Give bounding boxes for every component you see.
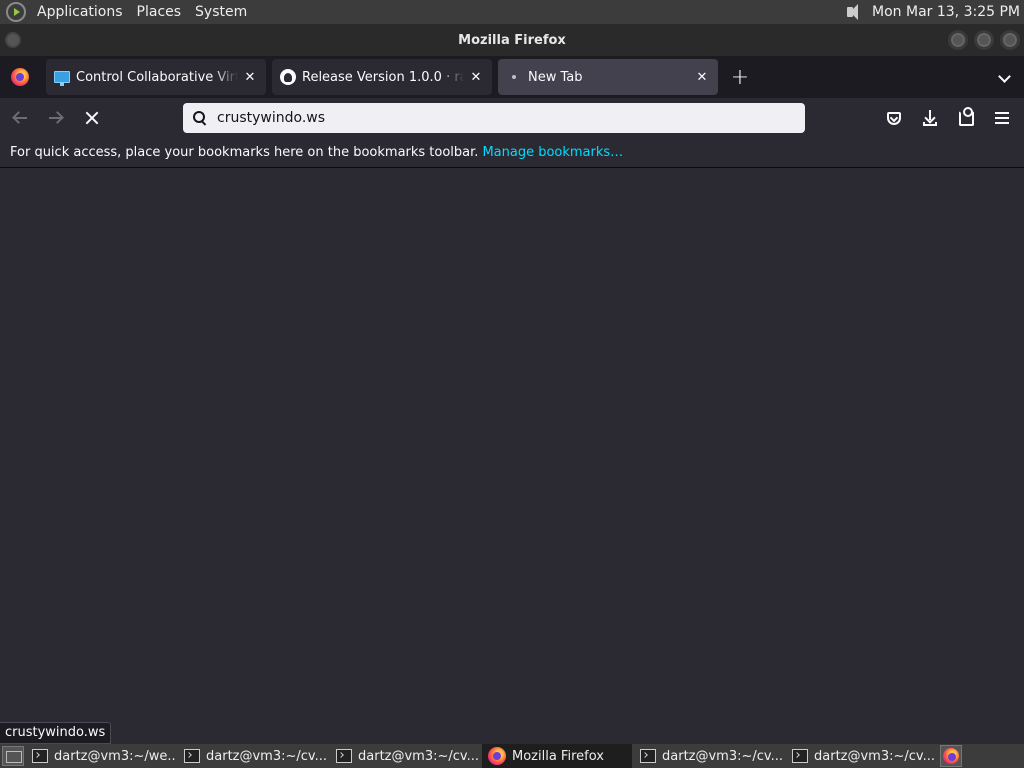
- list-all-tabs-button[interactable]: [990, 64, 1018, 92]
- chevron-down-icon: [997, 69, 1011, 83]
- status-panel: crustywindo.ws: [0, 722, 112, 744]
- tab-favicon: [506, 69, 522, 85]
- search-icon: [193, 111, 207, 125]
- new-tab-button[interactable]: +: [724, 61, 756, 93]
- taskbar-item-terminal[interactable]: dartz@vm3:~/we...: [26, 744, 176, 768]
- clock[interactable]: Mon Mar 13, 3:25 PM: [872, 4, 1020, 20]
- bookmarks-toolbar: For quick access, place your bookmarks h…: [0, 138, 1024, 168]
- app-menu-button[interactable]: [986, 102, 1018, 134]
- firefox-icon: [488, 747, 506, 765]
- pocket-icon: [887, 111, 901, 125]
- pocket-button[interactable]: [878, 102, 910, 134]
- menu-system[interactable]: System: [192, 4, 250, 20]
- url-bar[interactable]: crustywindo.ws: [183, 103, 805, 133]
- tab-new-tab[interactable]: New Tab ✕: [498, 59, 718, 95]
- bookmarks-empty-message: For quick access, place your bookmarks h…: [10, 145, 479, 160]
- manage-bookmarks-link[interactable]: Manage bookmarks…: [482, 145, 623, 160]
- firefox-icon: [11, 68, 29, 86]
- tab-control-collaborative[interactable]: Control Collaborative Virtual Machines ✕: [46, 59, 266, 95]
- distro-logo-icon[interactable]: [6, 2, 26, 22]
- tab-favicon: [54, 69, 70, 86]
- tab-close-icon[interactable]: ✕: [468, 69, 484, 85]
- tab-close-icon[interactable]: ✕: [242, 69, 258, 85]
- window-title: Mozilla Firefox: [458, 32, 566, 48]
- bottom-panel: dartz@vm3:~/we... dartz@vm3:~/cv... dart…: [0, 744, 1024, 768]
- monitor-icon: [54, 71, 70, 86]
- taskbar-item-terminal[interactable]: dartz@vm3:~/cv...: [634, 744, 784, 768]
- minimize-button[interactable]: [948, 30, 968, 50]
- taskbar-item-label: Mozilla Firefox: [512, 748, 604, 764]
- forward-button[interactable]: [40, 102, 72, 134]
- taskbar-item-terminal[interactable]: dartz@vm3:~/cv...: [786, 744, 936, 768]
- terminal-icon: [184, 749, 200, 763]
- navigation-toolbar: crustywindo.ws: [0, 98, 1024, 138]
- taskbar-launcher-firefox[interactable]: [940, 745, 962, 767]
- url-input[interactable]: crustywindo.ws: [217, 110, 325, 126]
- taskbar-item-label: dartz@vm3:~/cv...: [814, 748, 935, 764]
- menu-places[interactable]: Places: [134, 4, 185, 20]
- download-icon: [922, 110, 938, 126]
- terminal-icon: [32, 749, 48, 763]
- terminal-icon: [640, 749, 656, 763]
- tab-favicon: [280, 69, 296, 85]
- taskbar-item-terminal[interactable]: dartz@vm3:~/cv...: [330, 744, 480, 768]
- top-panel: Applications Places System Mon Mar 13, 3…: [0, 0, 1024, 24]
- puzzle-icon: [958, 106, 974, 126]
- extensions-button[interactable]: [950, 102, 982, 134]
- stop-button[interactable]: [76, 102, 108, 134]
- back-button[interactable]: [4, 102, 36, 134]
- firefox-icon: [943, 748, 959, 764]
- tab-label: Release Version 1.0.0 · raspi: [302, 69, 464, 85]
- github-icon: [280, 69, 296, 85]
- arrow-right-icon: [48, 110, 64, 126]
- terminal-icon: [792, 749, 808, 763]
- terminal-icon: [336, 749, 352, 763]
- taskbar-item-terminal[interactable]: dartz@vm3:~/cv...: [178, 744, 328, 768]
- taskbar-item-label: dartz@vm3:~/cv...: [358, 748, 479, 764]
- firefox-view-button[interactable]: [0, 56, 40, 98]
- downloads-button[interactable]: [914, 102, 946, 134]
- show-desktop-button[interactable]: [2, 746, 24, 766]
- taskbar-item-label: dartz@vm3:~/we...: [54, 748, 176, 764]
- menu-applications[interactable]: Applications: [34, 4, 126, 20]
- maximize-button[interactable]: [974, 30, 994, 50]
- tab-close-icon[interactable]: ✕: [694, 69, 710, 85]
- taskbar-item-firefox[interactable]: Mozilla Firefox: [482, 744, 632, 768]
- page-content[interactable]: [0, 168, 1024, 744]
- tab-release-version[interactable]: Release Version 1.0.0 · raspi ✕: [272, 59, 492, 95]
- hamburger-menu-icon: [995, 112, 1009, 124]
- tab-label: New Tab: [528, 69, 583, 85]
- close-window-button[interactable]: [1000, 30, 1020, 50]
- tab-label: Control Collaborative Virtual Machines: [76, 69, 238, 85]
- window-menu-button[interactable]: [5, 32, 21, 48]
- tab-strip: Control Collaborative Virtual Machines ✕…: [0, 56, 1024, 98]
- loading-icon: [512, 75, 516, 79]
- volume-icon[interactable]: [844, 2, 864, 22]
- close-icon: [85, 111, 99, 125]
- taskbar-item-label: dartz@vm3:~/cv...: [662, 748, 783, 764]
- taskbar-item-label: dartz@vm3:~/cv...: [206, 748, 327, 764]
- arrow-left-icon: [12, 110, 28, 126]
- window-titlebar[interactable]: Mozilla Firefox: [0, 24, 1024, 56]
